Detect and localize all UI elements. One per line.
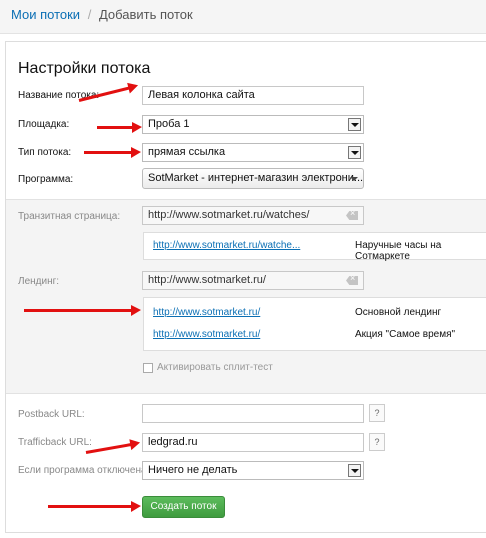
platform-label: Площадка: — [18, 119, 70, 130]
landing-link-title-1: Основной лендинг — [355, 307, 442, 318]
annotation-arrow — [97, 122, 142, 133]
annotation-arrow — [48, 501, 141, 512]
transit-page-value: http://www.sotmarket.ru/watches/ — [148, 209, 310, 221]
landing-link-url-2[interactable]: http://www.sotmarket.ru/ — [153, 329, 260, 340]
trafficback-url-input[interactable]: ledgrad.ru — [142, 433, 364, 452]
landing-value: http://www.sotmarket.ru/ — [148, 274, 266, 286]
platform-select[interactable]: Проба 1 — [142, 115, 364, 134]
trafficback-help-icon[interactable]: ? — [369, 433, 385, 451]
caret-down-icon — [350, 177, 358, 181]
transit-link-row: http://www.sotmarket.ru/watche... — [153, 240, 300, 251]
annotation-arrow — [84, 147, 141, 158]
stream-type-select-value: прямая ссылка — [148, 146, 226, 158]
stream-name-input[interactable]: Левая колонка сайта — [142, 86, 364, 105]
chevron-down-icon[interactable] — [348, 464, 361, 477]
create-stream-button[interactable]: Создать поток — [142, 496, 225, 518]
transit-link-url[interactable]: http://www.sotmarket.ru/watche... — [153, 240, 300, 251]
landing-links-box — [143, 297, 486, 351]
split-test-label: Активировать сплит-тест — [157, 362, 273, 373]
postback-help-icon[interactable]: ? — [369, 404, 385, 422]
transit-page-label: Транзитная страница: — [18, 211, 121, 222]
postback-url-label: Postback URL: — [18, 409, 85, 420]
stream-type-select[interactable]: прямая ссылка — [142, 143, 364, 162]
clear-icon[interactable] — [346, 211, 358, 220]
landing-link-url-1[interactable]: http://www.sotmarket.ru/ — [153, 307, 260, 318]
landing-label: Лендинг: — [18, 276, 60, 287]
breadcrumb-current: Добавить поток — [98, 7, 193, 22]
disabled-program-select[interactable]: Ничего не делать — [142, 461, 364, 480]
clear-icon[interactable] — [346, 276, 358, 285]
breadcrumb: Мои потоки / Добавить поток — [0, 0, 486, 34]
annotation-arrow — [24, 305, 141, 316]
chevron-down-icon[interactable] — [348, 118, 361, 131]
program-select[interactable]: SotMarket - интернет-магазин электрони..… — [142, 168, 364, 189]
disabled-program-label: Если программа отключена: — [18, 465, 150, 476]
breadcrumb-separator: / — [87, 7, 92, 22]
platform-select-value: Проба 1 — [148, 118, 190, 130]
transit-page-input[interactable]: http://www.sotmarket.ru/watches/ — [142, 206, 364, 225]
landing-link-row-2: http://www.sotmarket.ru/ — [153, 329, 260, 340]
stream-type-label: Тип потока: — [18, 147, 72, 158]
form-title: Настройки потока — [18, 60, 151, 77]
postback-url-input[interactable] — [142, 404, 364, 423]
split-test-checkbox[interactable] — [143, 363, 153, 373]
chevron-down-icon[interactable] — [348, 146, 361, 159]
landing-input[interactable]: http://www.sotmarket.ru/ — [142, 271, 364, 290]
breadcrumb-my-streams-link[interactable]: Мои потоки — [11, 7, 80, 22]
disabled-program-select-value: Ничего не делать — [148, 464, 238, 476]
transit-link-title: Наручные часы на Сотмаркете — [355, 240, 442, 262]
program-select-value: SotMarket - интернет-магазин электрони..… — [148, 172, 364, 184]
trafficback-url-label: Trafficback URL: — [18, 437, 92, 448]
landing-link-title-2: Акция "Самое время" — [355, 329, 456, 340]
landing-link-row-1: http://www.sotmarket.ru/ — [153, 307, 260, 318]
program-label: Программа: — [18, 174, 74, 185]
